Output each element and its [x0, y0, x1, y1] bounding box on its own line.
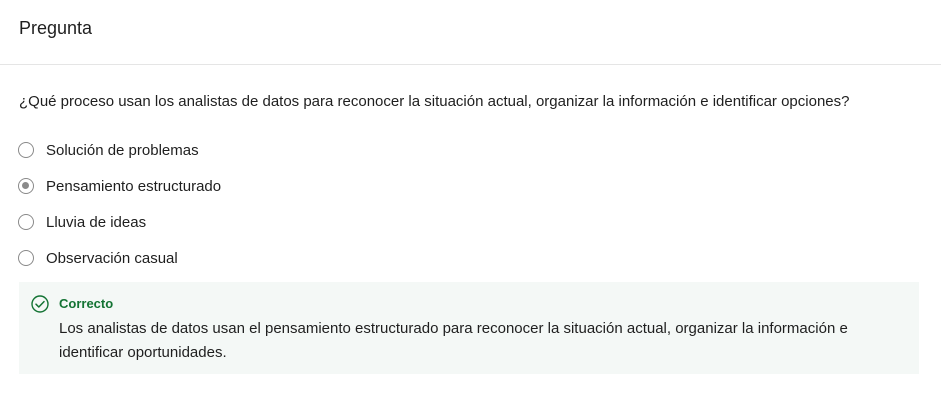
feedback-message: Los analistas de datos usan el pensamien…	[59, 320, 848, 361]
option-solucion-de-problemas[interactable]: Solución de problemas	[18, 140, 221, 160]
option-label: Observación casual	[46, 249, 178, 267]
option-label: Solución de problemas	[46, 141, 199, 159]
radio-button[interactable]	[18, 214, 34, 230]
option-label: Pensamiento estructurado	[46, 177, 222, 195]
answer-options: Solución de problemas Pensamiento estruc…	[18, 140, 221, 284]
page-title: Pregunta	[19, 17, 93, 38]
option-observacion-casual[interactable]: Observación casual	[18, 248, 221, 268]
feedback-status: Correcto	[59, 296, 114, 311]
option-label: Lluvia de ideas	[46, 213, 147, 231]
question-header: Pregunta	[0, 0, 941, 65]
check-circle-icon	[31, 295, 49, 313]
option-lluvia-de-ideas[interactable]: Lluvia de ideas	[18, 212, 221, 232]
radio-button[interactable]	[18, 142, 34, 158]
radio-button[interactable]	[18, 250, 34, 266]
radio-button-selected[interactable]	[18, 178, 34, 194]
option-pensamiento-estructurado[interactable]: Pensamiento estructurado	[18, 176, 221, 196]
feedback-panel: Correcto Los analistas de datos usan el …	[19, 282, 919, 374]
question-text: ¿Qué proceso usan los analistas de datos…	[19, 93, 850, 110]
